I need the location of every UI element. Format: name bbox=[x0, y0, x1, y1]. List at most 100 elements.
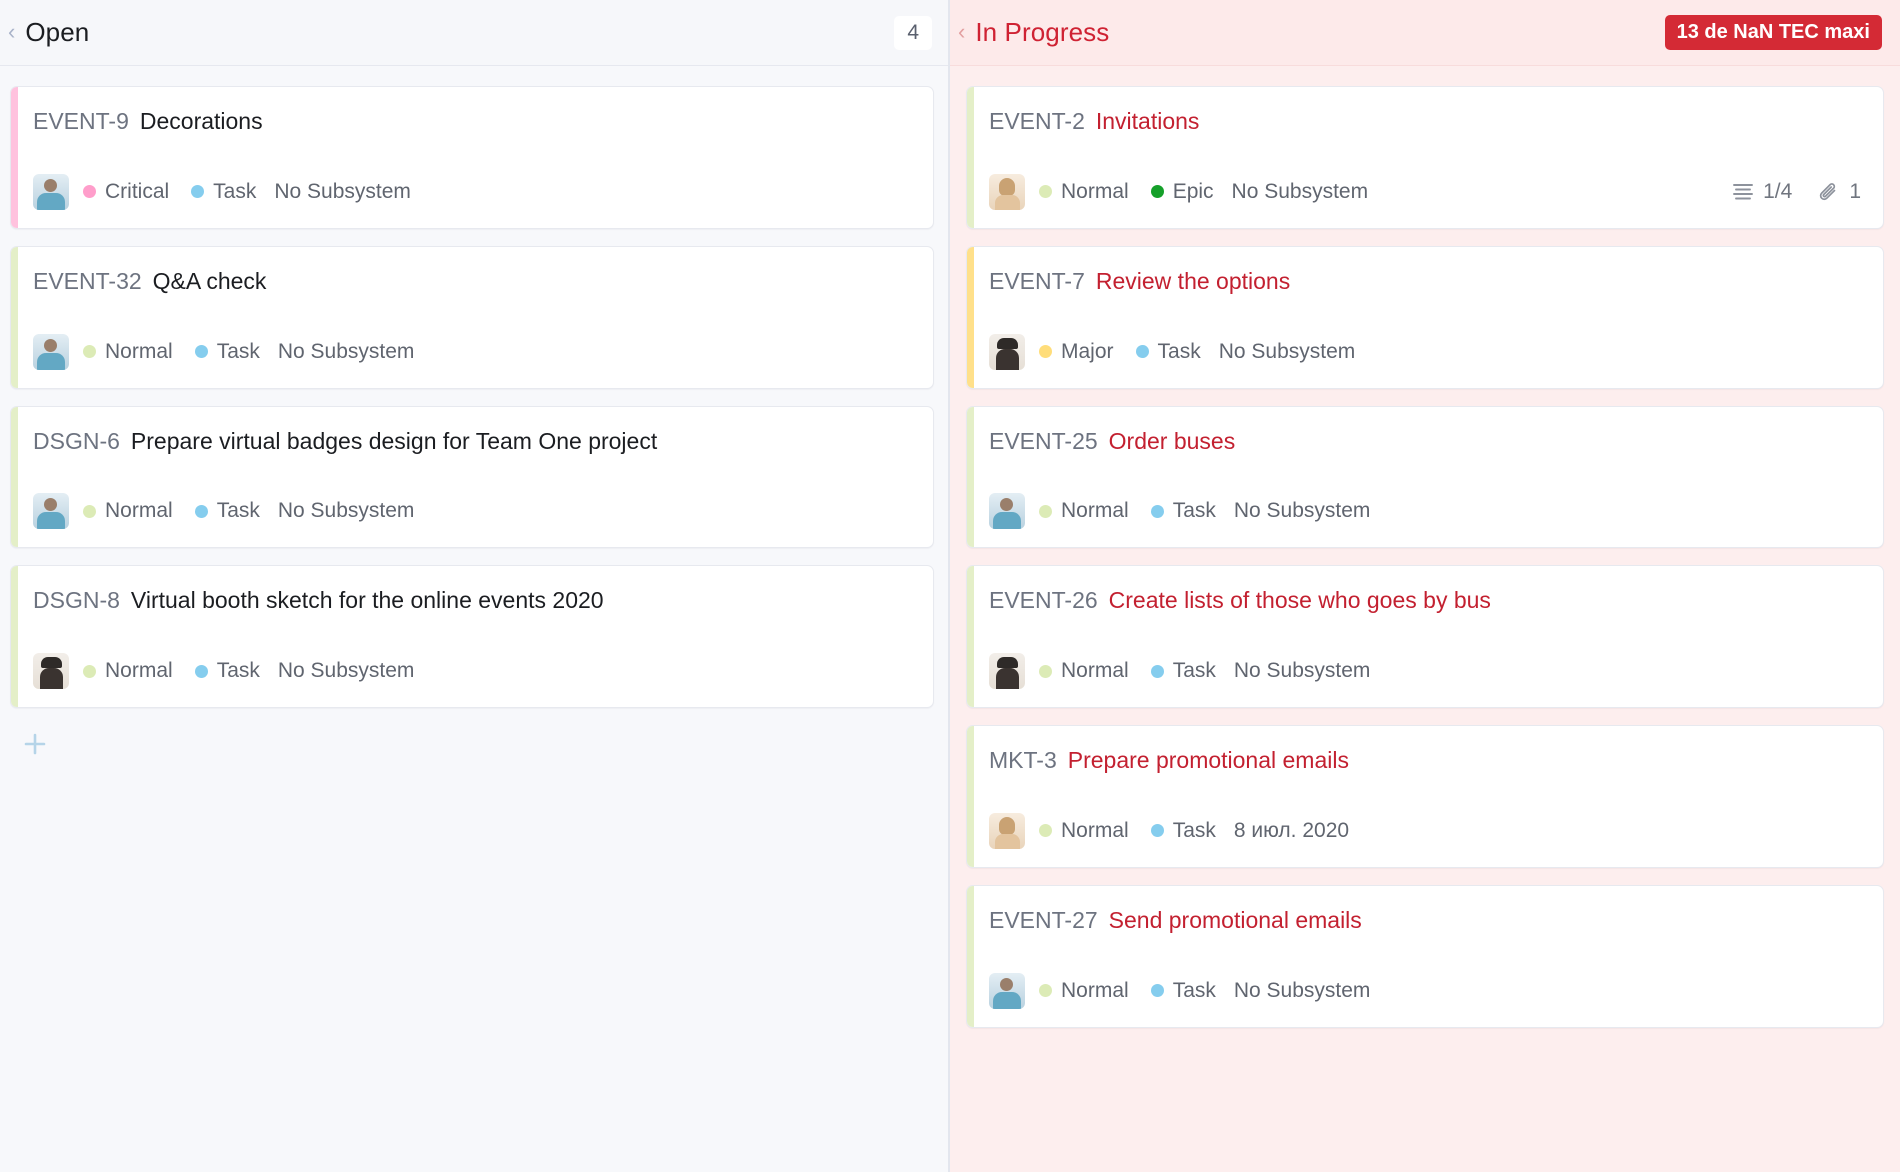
card-id: DSGN-8 bbox=[33, 587, 120, 614]
card-list-in-progress: EVENT-2 Invitations Normal Epic No Subsy… bbox=[950, 66, 1900, 1172]
subsystem-label: No Subsystem bbox=[277, 339, 415, 363]
card-dsgn-8[interactable]: DSGN-8 Virtual booth sketch for the onli… bbox=[10, 565, 934, 708]
type-field: Task bbox=[194, 499, 260, 523]
type-dot-icon bbox=[191, 185, 205, 199]
card-title: Decorations bbox=[139, 108, 263, 134]
priority-field: Normal bbox=[83, 659, 173, 683]
subsystem-label: No Subsystem bbox=[1233, 978, 1371, 1002]
priority-stripe bbox=[11, 566, 18, 707]
card-title: Prepare virtual badges design for Team O… bbox=[130, 427, 658, 454]
assignee-avatar[interactable] bbox=[989, 972, 1025, 1009]
priority-label: Normal bbox=[1061, 179, 1129, 203]
card-mkt-3[interactable]: MKT-3 Prepare promotional emails Normal … bbox=[966, 725, 1884, 868]
priority-field: Normal bbox=[1039, 659, 1129, 683]
card-event-25[interactable]: EVENT-25 Order buses Normal Task No Subs… bbox=[966, 405, 1884, 549]
card-title-row: MKT-3 Prepare promotional emails bbox=[989, 746, 1861, 775]
subsystem-label: No Subsystem bbox=[1231, 179, 1369, 203]
priority-dot-icon bbox=[83, 185, 96, 199]
card-title: Order buses bbox=[1108, 427, 1236, 454]
assignee-avatar[interactable] bbox=[33, 333, 69, 370]
paperclip-icon bbox=[1820, 182, 1836, 200]
type-field: Task bbox=[1150, 499, 1216, 523]
type-label: Task bbox=[1157, 339, 1201, 363]
card-event-27[interactable]: EVENT-27 Send promotional emails Normal … bbox=[966, 884, 1884, 1028]
card-title-row: EVENT-2 Invitations bbox=[989, 107, 1861, 136]
column-header-in-progress: ‹ In Progress 13 de NaN TEC maxi bbox=[950, 0, 1900, 66]
priority-dot-icon bbox=[1039, 504, 1052, 518]
card-title-row: EVENT-9 Decorations bbox=[33, 107, 911, 136]
priority-dot-icon bbox=[83, 504, 96, 518]
priority-label: Normal bbox=[105, 499, 173, 523]
assignee-avatar[interactable] bbox=[33, 653, 69, 689]
type-field: Task bbox=[1150, 819, 1216, 843]
priority-stripe bbox=[967, 885, 974, 1027]
board-column-open: ‹ Open 4 EVENT-9 Decorations Critical Ta… bbox=[0, 0, 950, 1172]
type-field: Task bbox=[1135, 339, 1201, 364]
priority-dot-icon bbox=[1039, 185, 1052, 199]
priority-dot-icon bbox=[83, 345, 96, 358]
card-title-row: EVENT-32 Q&A check bbox=[33, 267, 911, 296]
card-title: Create lists of those who goes by bus bbox=[1108, 587, 1491, 614]
card-meta-row: Normal Task No Subsystem bbox=[33, 653, 911, 689]
type-dot-icon bbox=[1150, 824, 1164, 838]
subsystem-label: No Subsystem bbox=[1233, 659, 1371, 682]
card-title: Prepare promotional emails bbox=[1067, 747, 1349, 773]
priority-stripe bbox=[967, 87, 974, 228]
card-event-9[interactable]: EVENT-9 Decorations Critical Task No Sub… bbox=[10, 86, 934, 229]
type-field: Task bbox=[1150, 659, 1216, 683]
type-dot-icon bbox=[1135, 345, 1149, 358]
assignee-avatar[interactable] bbox=[33, 493, 69, 530]
priority-dot-icon bbox=[83, 664, 96, 678]
card-meta-row: Major Task No Subsystem bbox=[989, 333, 1861, 370]
assignee-avatar[interactable] bbox=[989, 493, 1025, 530]
card-event-7[interactable]: EVENT-7 Review the options Major Task No… bbox=[966, 245, 1884, 389]
column-title: Open bbox=[25, 17, 90, 47]
card-id: EVENT-7 bbox=[989, 267, 1085, 294]
priority-dot-icon bbox=[1039, 824, 1052, 838]
priority-field: Normal bbox=[1039, 499, 1129, 523]
chevron-left-icon[interactable]: ‹ bbox=[958, 20, 965, 43]
card-meta-row: Normal Task No Subsystem bbox=[33, 333, 911, 370]
type-label: Epic bbox=[1172, 179, 1214, 203]
due-date-label: 8 июл. 2020 bbox=[1233, 818, 1350, 842]
chevron-left-icon[interactable]: ‹ bbox=[8, 20, 15, 43]
card-event-32[interactable]: EVENT-32 Q&A check Normal Task No Subsys… bbox=[10, 245, 934, 389]
card-title-row: DSGN-8 Virtual booth sketch for the onli… bbox=[33, 586, 911, 615]
type-dot-icon bbox=[1150, 984, 1164, 997]
type-field: Task bbox=[194, 340, 260, 364]
priority-label: Critical bbox=[105, 179, 170, 203]
card-dsgn-6[interactable]: DSGN-6 Prepare virtual badges design for… bbox=[10, 405, 934, 549]
checklist-icon bbox=[1733, 183, 1754, 200]
assignee-avatar[interactable] bbox=[989, 812, 1025, 849]
card-event-2[interactable]: EVENT-2 Invitations Normal Epic No Subsy… bbox=[966, 86, 1884, 229]
priority-label: Normal bbox=[105, 339, 173, 363]
subsystem-label: No Subsystem bbox=[274, 179, 411, 203]
card-event-26[interactable]: EVENT-26 Create lists of those who goes … bbox=[966, 565, 1884, 708]
priority-stripe bbox=[11, 246, 18, 388]
type-label: Task bbox=[216, 659, 260, 682]
card-id: MKT-3 bbox=[989, 747, 1057, 773]
priority-field: Normal bbox=[83, 340, 173, 364]
type-label: Task bbox=[216, 499, 260, 523]
card-meta-row: Normal Task No Subsystem bbox=[989, 972, 1861, 1009]
priority-field: Normal bbox=[1039, 819, 1129, 843]
priority-dot-icon bbox=[1039, 664, 1052, 678]
checklist-indicator: 1/4 bbox=[1732, 180, 1792, 204]
priority-field: Critical bbox=[83, 180, 169, 204]
priority-label: Normal bbox=[1061, 978, 1129, 1002]
type-field: Epic bbox=[1150, 179, 1214, 204]
priority-stripe bbox=[967, 726, 974, 867]
priority-stripe bbox=[967, 406, 974, 548]
priority-stripe bbox=[11, 406, 18, 548]
card-title-row: DSGN-6 Prepare virtual badges design for… bbox=[33, 427, 911, 456]
assignee-avatar[interactable] bbox=[33, 173, 69, 210]
type-dot-icon bbox=[194, 664, 208, 678]
type-field: Task bbox=[1150, 979, 1216, 1003]
assignee-avatar[interactable] bbox=[989, 653, 1025, 689]
card-title: Virtual booth sketch for the online even… bbox=[130, 587, 604, 614]
card-title: Invitations bbox=[1095, 108, 1200, 134]
assignee-avatar[interactable] bbox=[989, 173, 1025, 210]
priority-label: Major bbox=[1061, 339, 1114, 363]
add-card-button[interactable] bbox=[10, 725, 934, 757]
assignee-avatar[interactable] bbox=[989, 333, 1025, 370]
